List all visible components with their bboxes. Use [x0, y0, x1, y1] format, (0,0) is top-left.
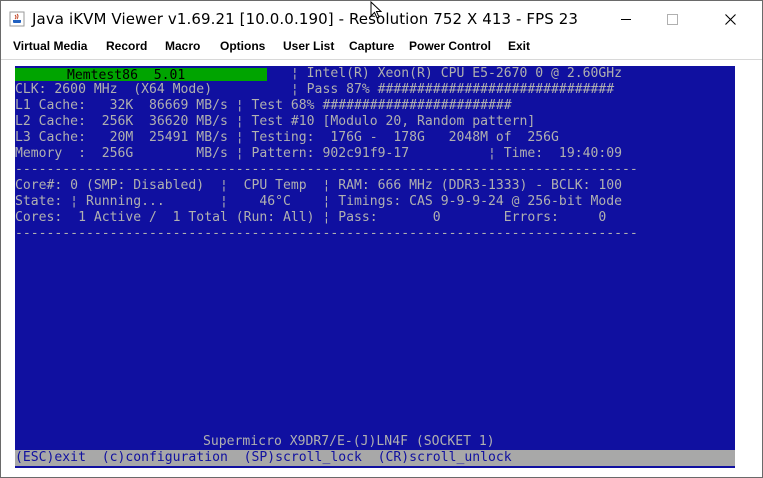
- console-line: Core#: 0 (SMP: Disabled) ¦ CPU Temp ¦ RA…: [15, 178, 622, 193]
- console-line: ¦ Intel(R) Xeon(R) CPU E5-2670 0 @ 2.60G…: [15, 66, 622, 81]
- window-title: Java iKVM Viewer v1.69.21 [10.0.0.190] -…: [32, 10, 579, 28]
- console-line: CLK: 2600 MHz (X64 Mode) ¦ Pass 87% ####…: [15, 82, 615, 97]
- menu-capture[interactable]: Capture: [349, 39, 394, 53]
- minimize-icon: [621, 18, 631, 20]
- kvm-window: Java iKVM Viewer v1.69.21 [10.0.0.190] -…: [0, 0, 763, 478]
- board-name: Supermicro X9DR7/E-(J)LN4F (SOCKET 1): [203, 434, 495, 449]
- menu-record[interactable]: Record: [106, 39, 147, 53]
- menu-virtual-media[interactable]: Virtual Media: [13, 39, 87, 53]
- java-app-icon: [9, 11, 25, 27]
- menu-power-control[interactable]: Power Control: [409, 39, 491, 53]
- console-line: State: ¦ Running... ¦ 46°C ¦ Timings: CA…: [15, 194, 622, 209]
- title-bar[interactable]: Java iKVM Viewer v1.69.21 [10.0.0.190] -…: [1, 0, 762, 37]
- console-footer-bar: (ESC)exit (c)configuration (SP)scroll_lo…: [15, 450, 735, 466]
- console-line: Cores: 1 Active / 1 Total (Run: All) ¦ P…: [15, 210, 607, 225]
- menu-user-list[interactable]: User List: [283, 39, 334, 53]
- console-line: Memory : 256G MB/s ¦ Pattern: 902c91f9-1…: [15, 146, 622, 161]
- mouse-cursor-icon: [370, 0, 383, 23]
- close-button[interactable]: [707, 1, 753, 37]
- maximize-icon: [666, 13, 678, 25]
- console-line: L2 Cache: 256K 36620 MB/s ¦ Test #10 [Mo…: [15, 114, 536, 129]
- close-icon: [724, 13, 736, 25]
- maximize-button[interactable]: [649, 1, 695, 37]
- minimize-button[interactable]: [603, 1, 649, 37]
- console-line: L3 Cache: 20M 25491 MB/s ¦ Testing: 176G…: [15, 130, 559, 145]
- console-line: L1 Cache: 32K 86669 MB/s ¦ Test 68% ####…: [15, 98, 512, 113]
- menu-exit[interactable]: Exit: [508, 39, 530, 53]
- menu-divider: [1, 59, 762, 60]
- console-divider-line: ----------------------------------------…: [15, 162, 638, 177]
- menu-macro[interactable]: Macro: [165, 39, 200, 53]
- console-divider-line: ----------------------------------------…: [15, 226, 638, 241]
- menu-options[interactable]: Options: [220, 39, 265, 53]
- remote-console-screen[interactable]: Memtest86 5.01 ¦ Intel(R) Xeon(R) CPU E5…: [15, 66, 735, 468]
- console-footer-text: (ESC)exit (c)configuration (SP)scroll_lo…: [15, 450, 512, 465]
- menu-bar: Virtual Media Record Macro Options User …: [1, 37, 762, 59]
